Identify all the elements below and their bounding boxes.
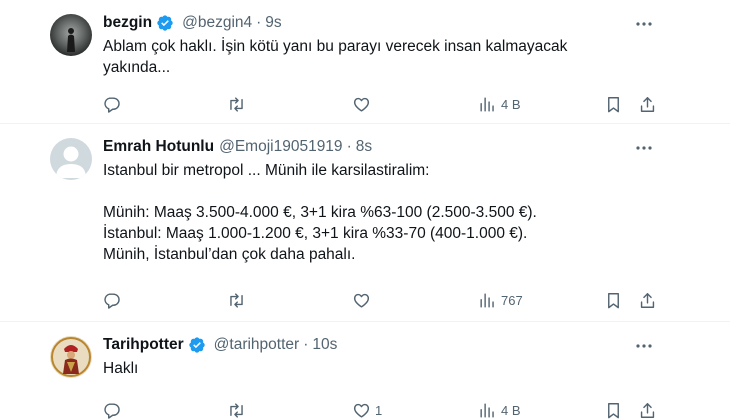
share-icon bbox=[640, 402, 655, 418]
retweet-button[interactable] bbox=[227, 398, 246, 420]
retweet-button[interactable] bbox=[227, 288, 246, 312]
reply-button[interactable] bbox=[102, 92, 121, 116]
reply-button[interactable] bbox=[102, 398, 121, 420]
tweet[interactable]: Emrah Hotunlu @Emoji19051919 · 8s Istanb… bbox=[0, 124, 730, 322]
handle[interactable]: @tarihpotter bbox=[214, 336, 300, 354]
views-count: 767 bbox=[501, 292, 523, 308]
views-count: 4 B bbox=[501, 402, 521, 418]
like-button[interactable] bbox=[352, 288, 375, 312]
share-button[interactable] bbox=[638, 398, 657, 420]
handle[interactable]: @bezgin4 bbox=[182, 14, 252, 32]
share-button[interactable] bbox=[638, 288, 657, 312]
retweet-button[interactable] bbox=[227, 92, 246, 116]
share-button[interactable] bbox=[638, 92, 657, 116]
views-button[interactable]: 4 B bbox=[478, 92, 521, 116]
tweet-text: Ablam çok haklı. İşin kötü yanı bu paray… bbox=[103, 38, 568, 76]
display-name[interactable]: Emrah Hotunlu bbox=[103, 138, 214, 156]
tweet-text: Istanbul bir metropol ... Münih ile kars… bbox=[103, 162, 537, 263]
bookmark-button[interactable] bbox=[604, 398, 623, 420]
separator-dot: · bbox=[256, 14, 262, 31]
share-icon bbox=[640, 96, 655, 112]
bookmark-button[interactable] bbox=[604, 92, 623, 116]
reply-icon bbox=[104, 402, 120, 419]
bookmark-icon bbox=[608, 96, 619, 112]
retweet-icon bbox=[230, 96, 243, 112]
tweet[interactable]: Tarihpotter @tarihpotter · 10s Haklı 1 4… bbox=[0, 322, 730, 420]
retweet-icon bbox=[230, 292, 243, 308]
more-icon[interactable] bbox=[634, 338, 654, 354]
action-bar: 1 4 B bbox=[0, 398, 730, 420]
avatar[interactable] bbox=[50, 336, 92, 378]
views-button[interactable]: 767 bbox=[478, 288, 523, 312]
views-icon bbox=[480, 96, 494, 112]
separator-dot: · bbox=[346, 138, 352, 155]
verified-badge-icon bbox=[156, 14, 174, 32]
views-count: 4 B bbox=[501, 96, 521, 112]
views-icon bbox=[480, 402, 494, 418]
bookmark-button[interactable] bbox=[604, 288, 623, 312]
views-icon bbox=[480, 292, 494, 308]
like-button[interactable]: 1 bbox=[352, 398, 382, 420]
tweet[interactable]: bezgin @bezgin4 · 9s Ablam çok haklı. İş… bbox=[0, 0, 730, 124]
handle[interactable]: @Emoji19051919 bbox=[219, 138, 342, 156]
like-button[interactable] bbox=[352, 92, 375, 116]
more-icon[interactable] bbox=[634, 16, 654, 32]
like-icon bbox=[353, 403, 370, 418]
timestamp[interactable]: 10s bbox=[312, 336, 337, 354]
separator-dot: · bbox=[303, 336, 309, 353]
share-icon bbox=[640, 292, 655, 308]
views-button[interactable]: 4 B bbox=[478, 398, 521, 420]
bookmark-icon bbox=[608, 292, 619, 308]
reply-button[interactable] bbox=[102, 288, 121, 312]
like-count: 1 bbox=[375, 402, 383, 418]
tweet-text: Haklı bbox=[103, 360, 139, 377]
more-icon[interactable] bbox=[634, 140, 654, 156]
like-icon bbox=[353, 97, 370, 112]
avatar[interactable] bbox=[50, 138, 92, 180]
action-bar: 4 B bbox=[0, 92, 730, 116]
timestamp[interactable]: 8s bbox=[356, 138, 372, 156]
avatar[interactable] bbox=[50, 14, 92, 56]
reply-icon bbox=[104, 96, 120, 113]
bookmark-icon bbox=[608, 402, 619, 418]
tweet-header: Tarihpotter @tarihpotter · 10s bbox=[103, 335, 337, 355]
display-name[interactable]: bezgin bbox=[103, 14, 152, 32]
like-icon bbox=[353, 293, 370, 308]
tweet-header: Emrah Hotunlu @Emoji19051919 · 8s bbox=[103, 137, 372, 157]
display-name[interactable]: Tarihpotter bbox=[103, 336, 184, 354]
verified-badge-icon bbox=[188, 336, 206, 354]
action-bar: 767 bbox=[0, 288, 730, 312]
retweet-icon bbox=[230, 402, 243, 418]
tweet-header: bezgin @bezgin4 · 9s bbox=[103, 13, 282, 33]
timestamp[interactable]: 9s bbox=[265, 14, 281, 32]
reply-icon bbox=[104, 292, 120, 309]
